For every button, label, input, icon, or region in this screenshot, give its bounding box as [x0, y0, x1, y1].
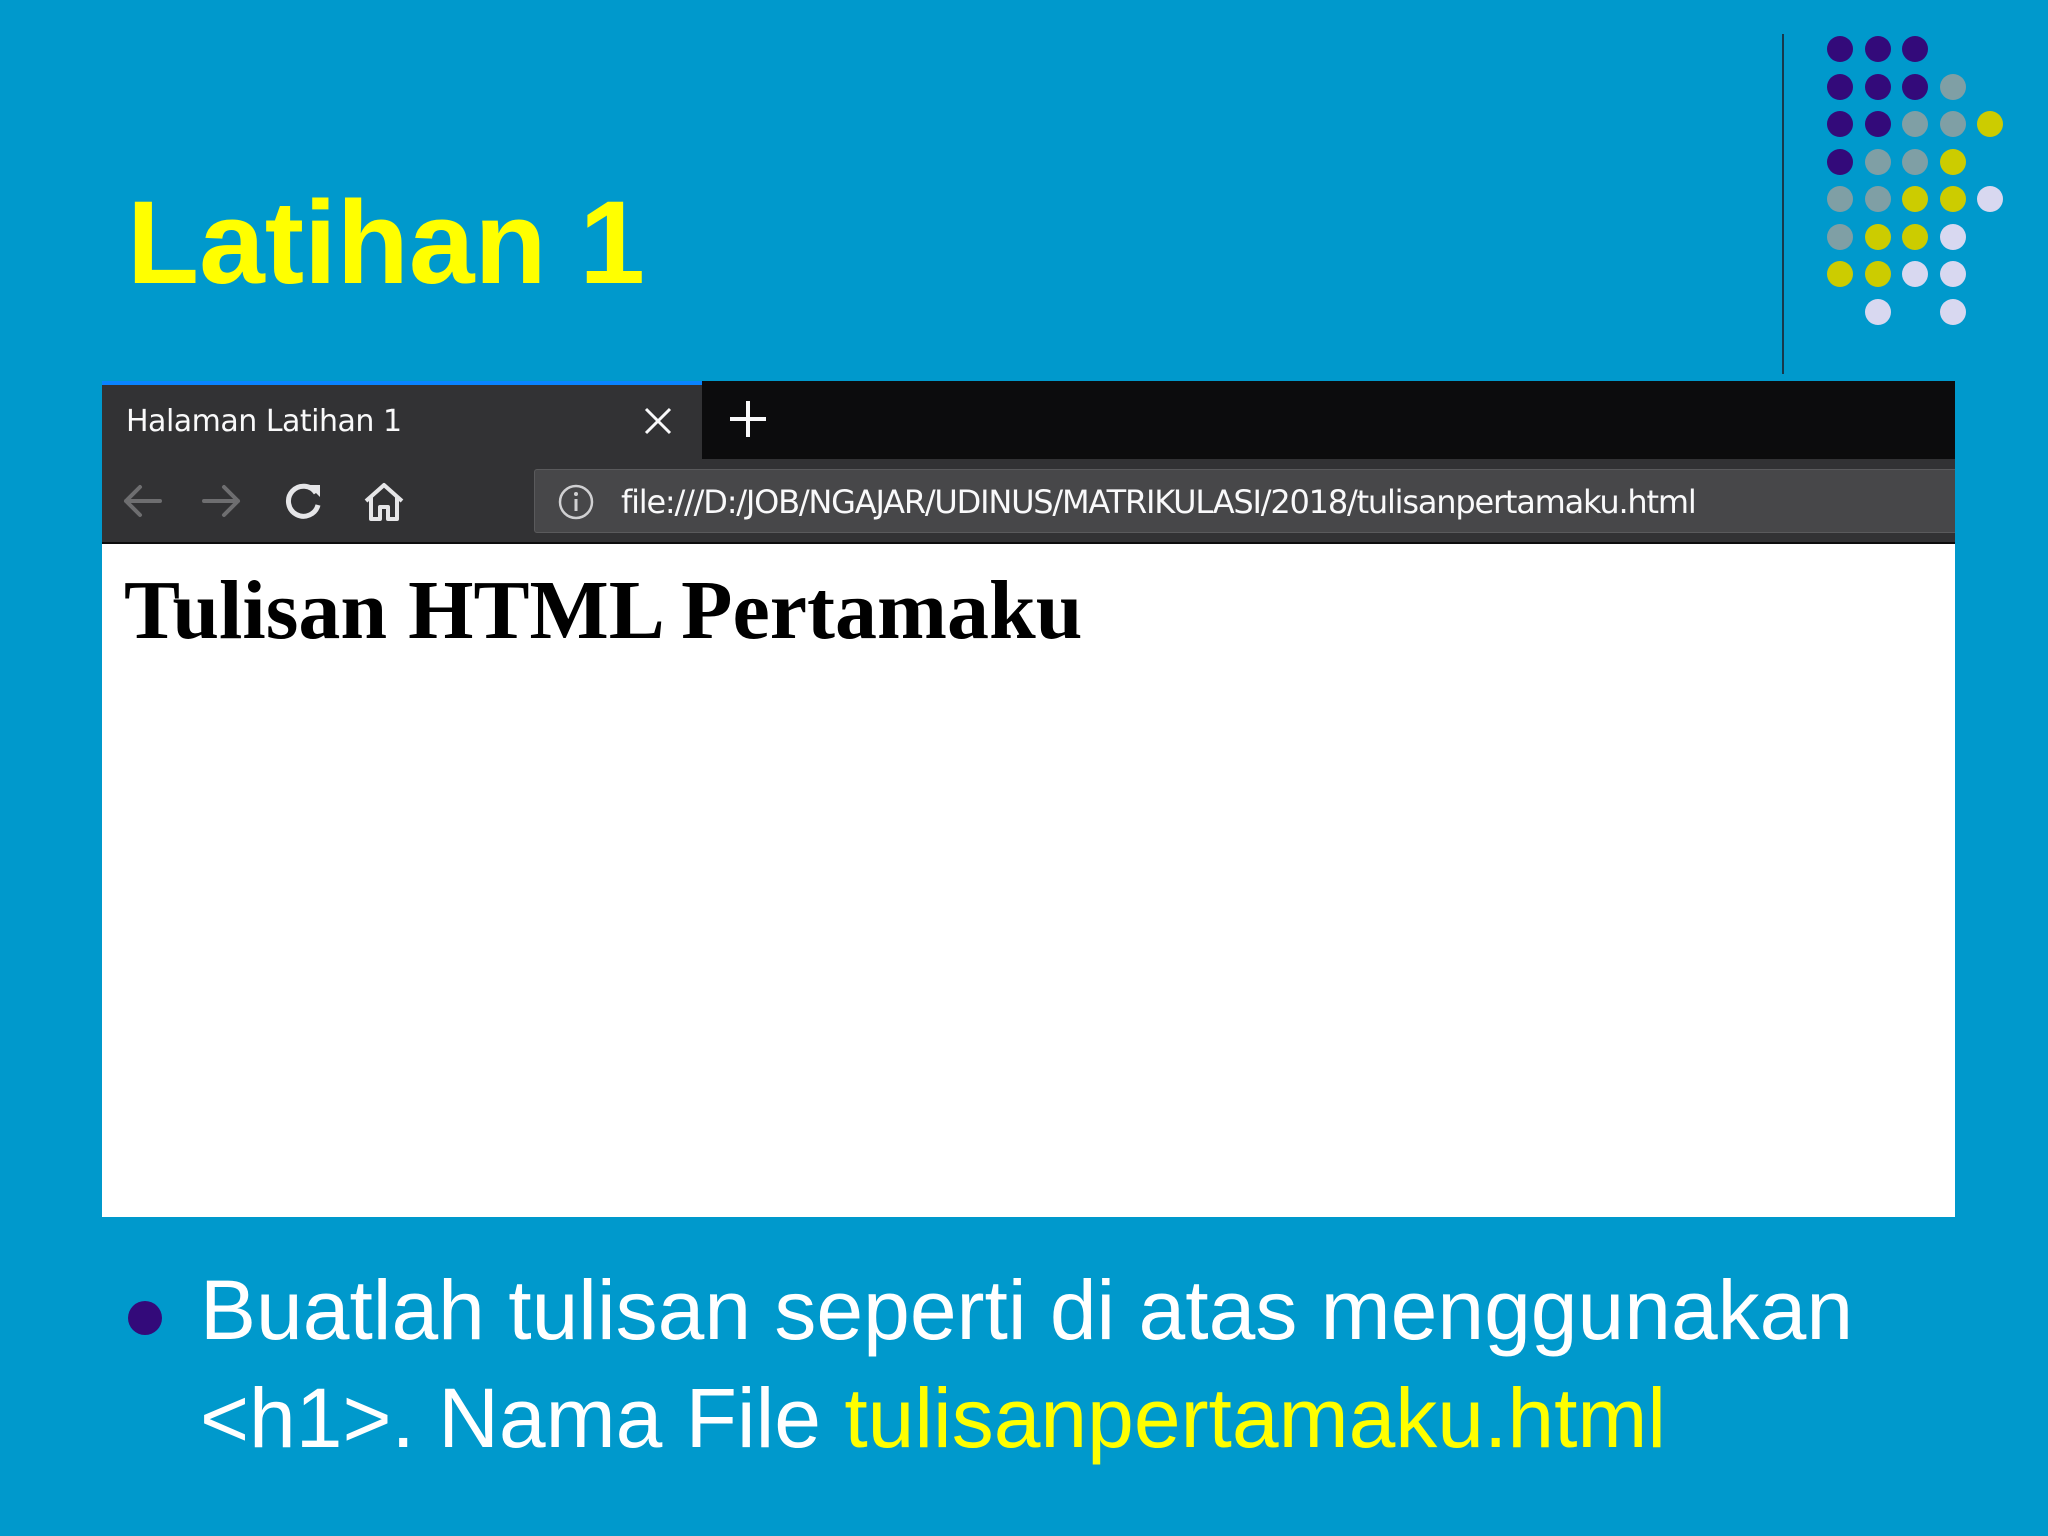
decorative-dot: [1902, 111, 1928, 137]
decorative-dot: [1864, 36, 1891, 62]
bullet-line-2-prefix: <h1>. Nama File: [200, 1371, 845, 1465]
decorative-dot: [1902, 148, 1928, 175]
decorative-dot: [1939, 298, 1966, 325]
home-icon[interactable]: [360, 479, 408, 523]
bullet-filename: tulisanpertamaku.html: [844, 1371, 1667, 1465]
bullet-text: Buatlah tulisan seperti di atas mengguna…: [200, 1256, 2020, 1472]
decorative-dot: [1977, 111, 2003, 137]
decorative-dot: [1864, 223, 1891, 250]
decorative-dot: [1827, 186, 1853, 212]
arrow-right-icon[interactable]: [198, 479, 246, 523]
slide-title: Latihan 1: [127, 177, 645, 309]
decorative-dot: [1864, 148, 1891, 175]
decorative-dot: [1827, 36, 1853, 62]
decorative-dot: [1827, 148, 1853, 175]
tab-halaman-latihan[interactable]: Halaman Latihan 1: [102, 381, 702, 459]
decorative-dot: [1864, 111, 1891, 137]
close-icon[interactable]: [640, 403, 676, 439]
tab-title: Halaman Latihan 1: [126, 404, 402, 439]
page-heading: Tulisan HTML Pertamaku: [124, 564, 1083, 657]
decorative-dot: [1902, 36, 1928, 62]
decorative-dot: [1827, 261, 1853, 287]
decorative-dot: [1827, 223, 1853, 250]
plus-icon[interactable]: [722, 393, 774, 445]
decorative-dot: [1939, 111, 1966, 137]
tab-bar: Halaman Latihan 1: [102, 381, 1955, 459]
decorative-dot: [1939, 223, 1966, 250]
decorative-dot: [1977, 186, 2003, 212]
vertical-divider: [1782, 34, 1784, 374]
navigation-toolbar: file:///D:/JOB/NGAJAR/UDINUS/MATRIKULASI…: [102, 459, 1955, 544]
decorative-dot: [1864, 73, 1891, 100]
decorative-dot: [1902, 186, 1928, 212]
page-content: Tulisan HTML Pertamaku: [102, 544, 1955, 1217]
bullet-dot: [128, 1301, 162, 1335]
browser-window: Halaman Latihan 1 file:///D:/JOB/NGAJAR/…: [102, 381, 1955, 1217]
decorative-dot: [1902, 261, 1928, 287]
decorative-dot: [1939, 73, 1966, 100]
decorative-dot: [1864, 186, 1891, 212]
reload-icon[interactable]: [280, 479, 328, 523]
decorative-dot: [1864, 261, 1891, 287]
bullet-line-1: Buatlah tulisan seperti di atas mengguna…: [200, 1263, 1854, 1357]
decorative-dot: [1939, 148, 1966, 175]
decorative-dot: [1827, 73, 1853, 100]
arrow-left-icon[interactable]: [118, 479, 166, 523]
decorative-dot: [1864, 298, 1891, 325]
decorative-dot: [1902, 73, 1928, 100]
decorative-dot: [1939, 261, 1966, 287]
info-icon[interactable]: [557, 483, 595, 521]
address-bar[interactable]: file:///D:/JOB/NGAJAR/UDINUS/MATRIKULASI…: [534, 469, 1955, 533]
url-text[interactable]: file:///D:/JOB/NGAJAR/UDINUS/MATRIKULASI…: [621, 483, 1697, 521]
decorative-dot: [1902, 223, 1928, 250]
decorative-dot: [1827, 111, 1853, 137]
decorative-dot: [1939, 186, 1966, 212]
